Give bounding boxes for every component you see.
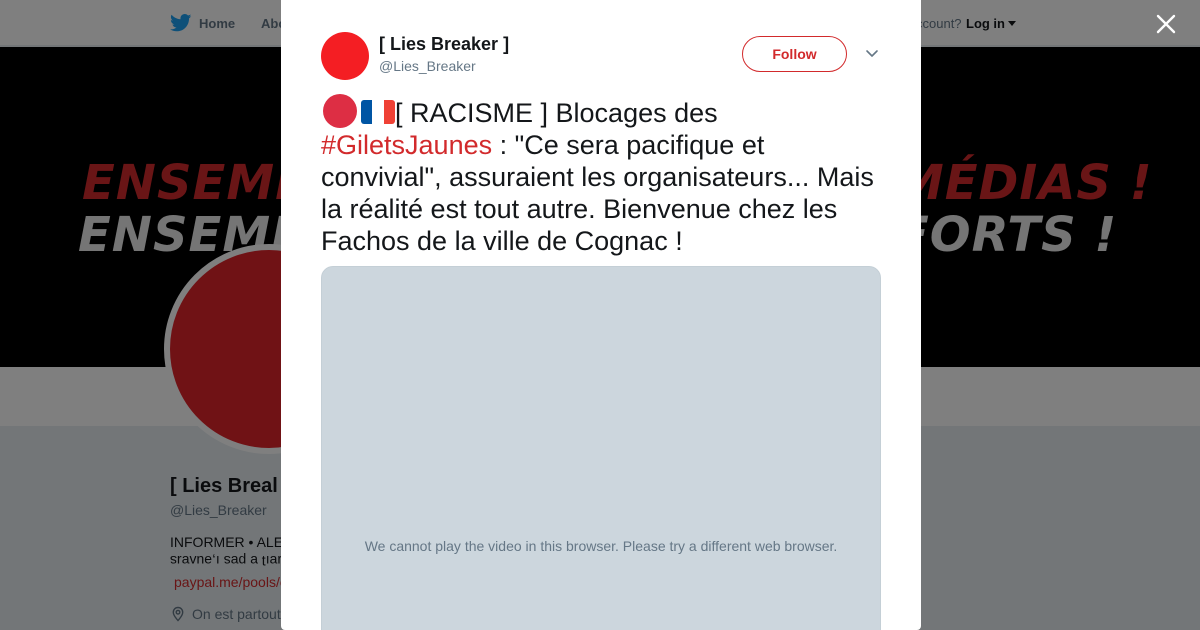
video-error-message: We cannot play the video in this browser… — [364, 538, 838, 554]
follow-button[interactable]: Follow — [742, 36, 847, 72]
close-icon[interactable] — [1154, 12, 1178, 36]
author-name[interactable]: [ Lies Breaker ] — [379, 34, 509, 55]
red-circle-emoji — [323, 94, 357, 128]
chevron-down-icon[interactable] — [865, 48, 879, 60]
france-flag-emoji — [361, 100, 395, 124]
tweet-text-part1: [ RACISME ] Blocages des — [395, 98, 718, 128]
author-avatar[interactable] — [321, 32, 369, 80]
tweet-modal: [ Lies Breaker ] @Lies_Breaker Follow [ … — [281, 0, 921, 630]
video-player[interactable]: We cannot play the video in this browser… — [321, 266, 881, 630]
author-handle[interactable]: @Lies_Breaker — [379, 58, 476, 74]
hashtag-link[interactable]: #GiletsJaunes — [321, 130, 492, 160]
tweet-text: [ RACISME ] Blocages des #GiletsJaunes :… — [321, 94, 883, 257]
